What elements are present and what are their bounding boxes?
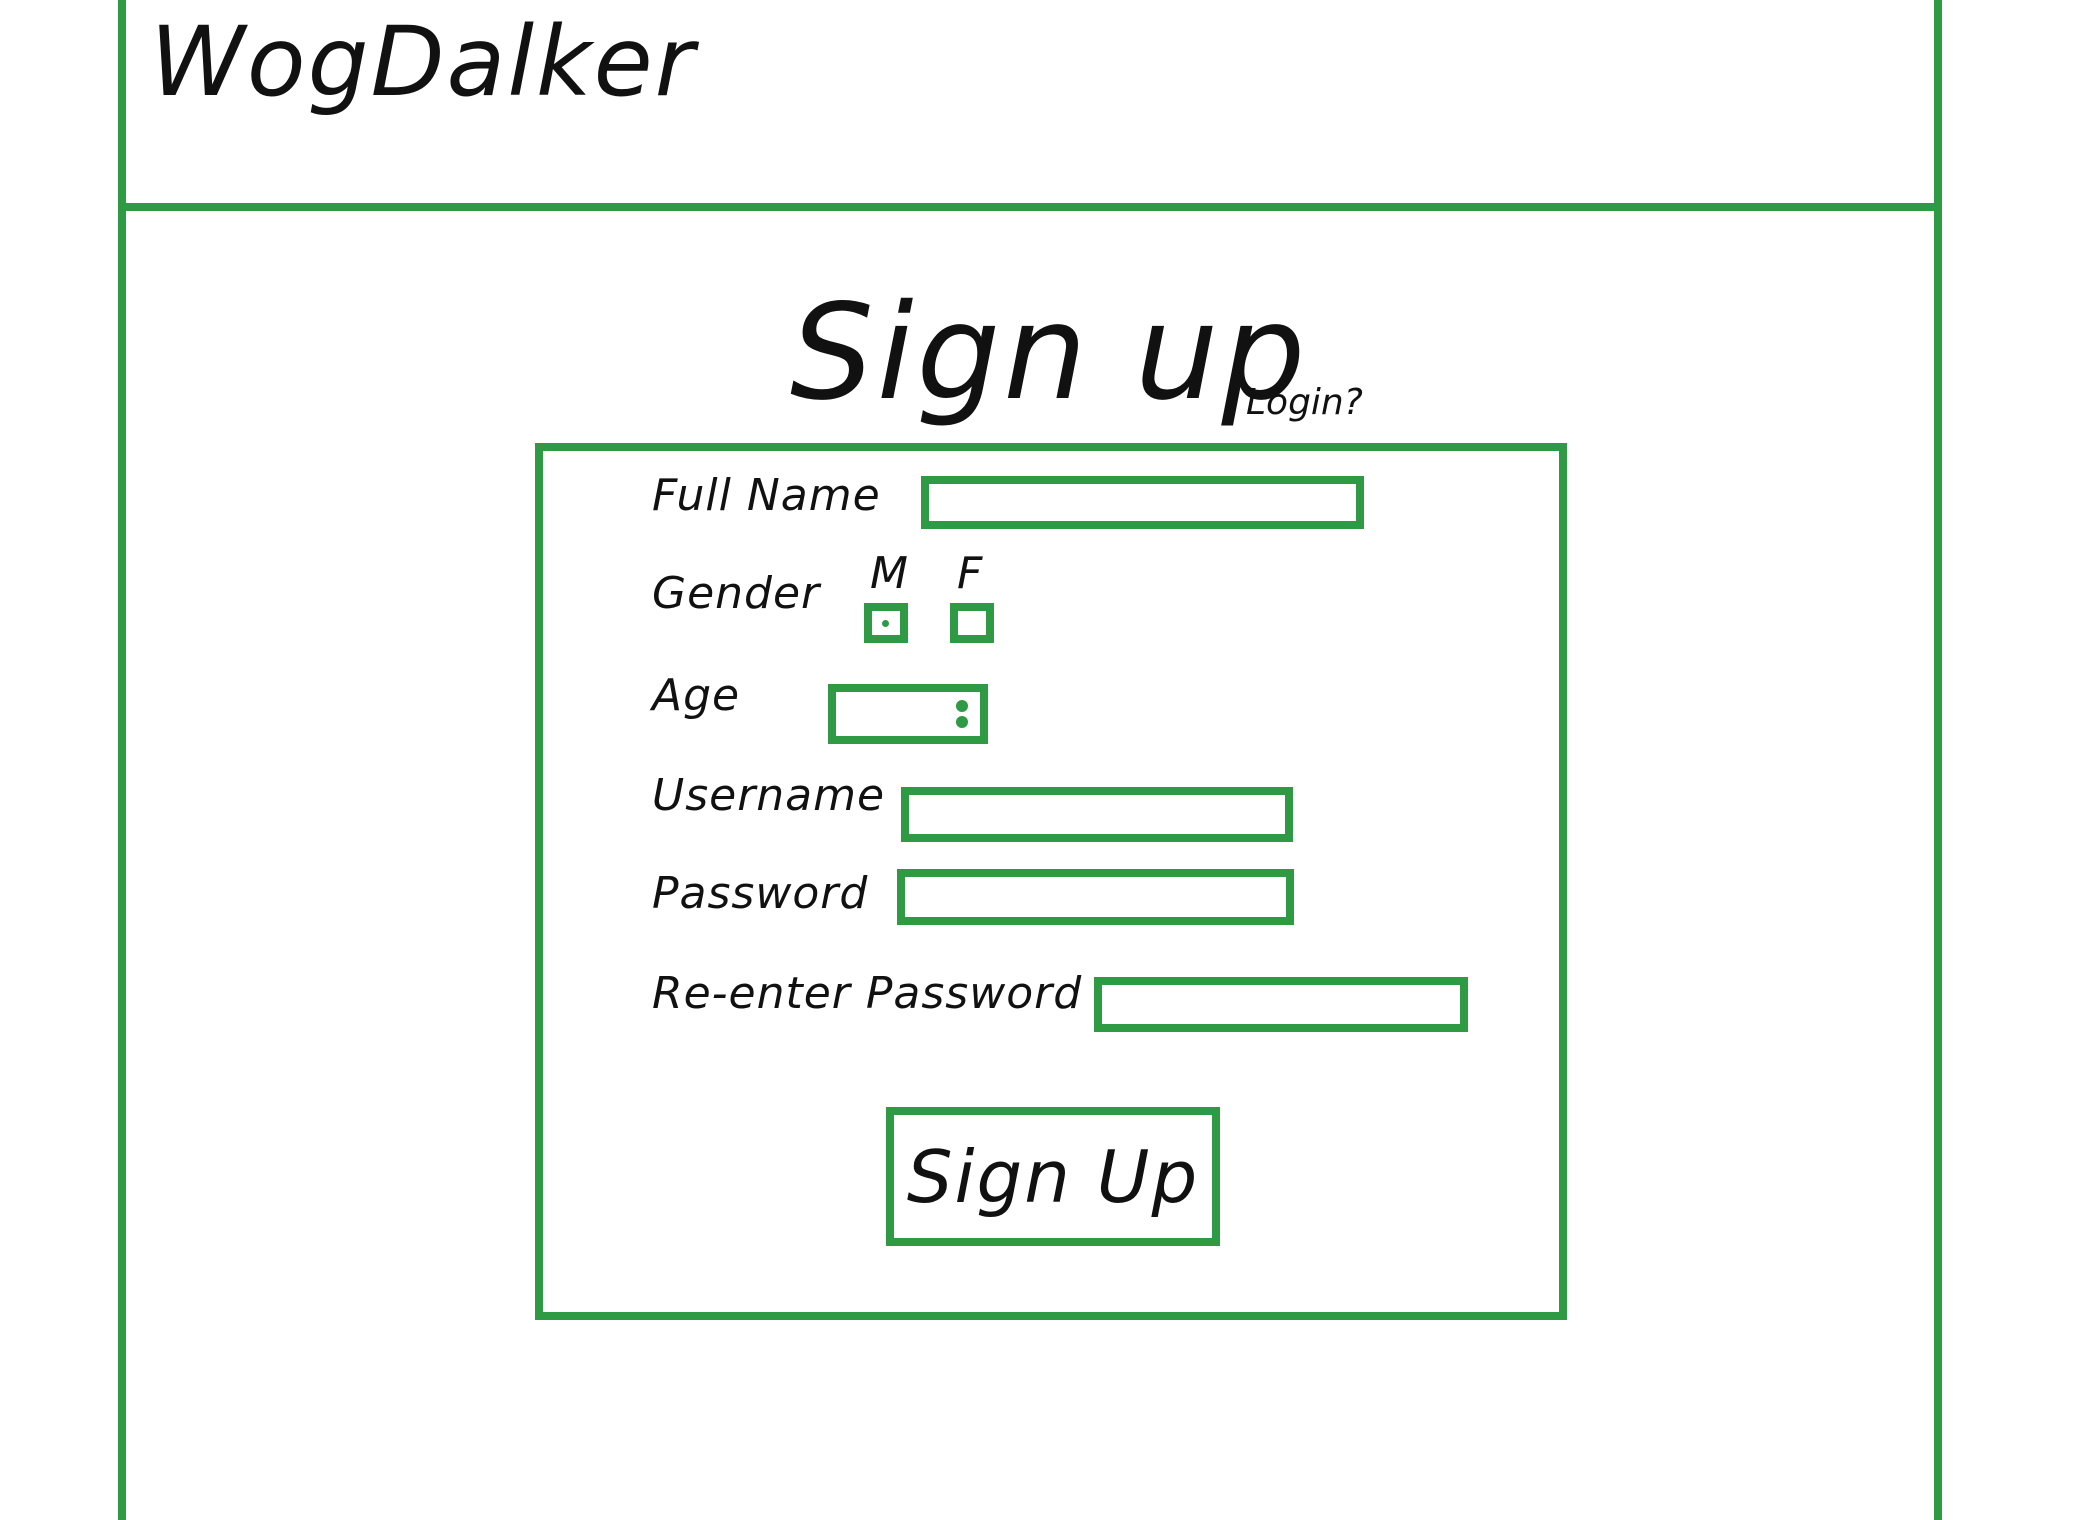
gender-option-m-label: M xyxy=(870,548,908,599)
app-logo: WogDalker xyxy=(150,6,697,118)
full-name-label: Full Name xyxy=(652,470,881,521)
gender-label: Gender xyxy=(652,568,821,619)
login-link[interactable]: Login? xyxy=(1246,382,1363,423)
age-spinner-icon[interactable] xyxy=(956,696,972,736)
age-label: Age xyxy=(652,670,741,721)
age-number-input[interactable] xyxy=(828,684,988,744)
page-title: Sign up xyxy=(790,276,1309,430)
checkbox-checked-dot xyxy=(882,620,889,627)
reenter-password-label: Re-enter Password xyxy=(652,968,1083,1019)
header-divider xyxy=(118,203,1942,211)
password-input[interactable] xyxy=(897,869,1294,925)
gender-m-checkbox[interactable] xyxy=(864,603,908,643)
sign-up-button[interactable]: Sign Up xyxy=(886,1107,1220,1246)
gender-option-f-label: F xyxy=(957,548,983,599)
password-label: Password xyxy=(652,868,869,919)
username-input[interactable] xyxy=(901,787,1293,842)
gender-f-checkbox[interactable] xyxy=(950,603,994,643)
reenter-password-input[interactable] xyxy=(1094,977,1468,1032)
full-name-input[interactable] xyxy=(921,476,1364,529)
username-label: Username xyxy=(652,770,886,821)
